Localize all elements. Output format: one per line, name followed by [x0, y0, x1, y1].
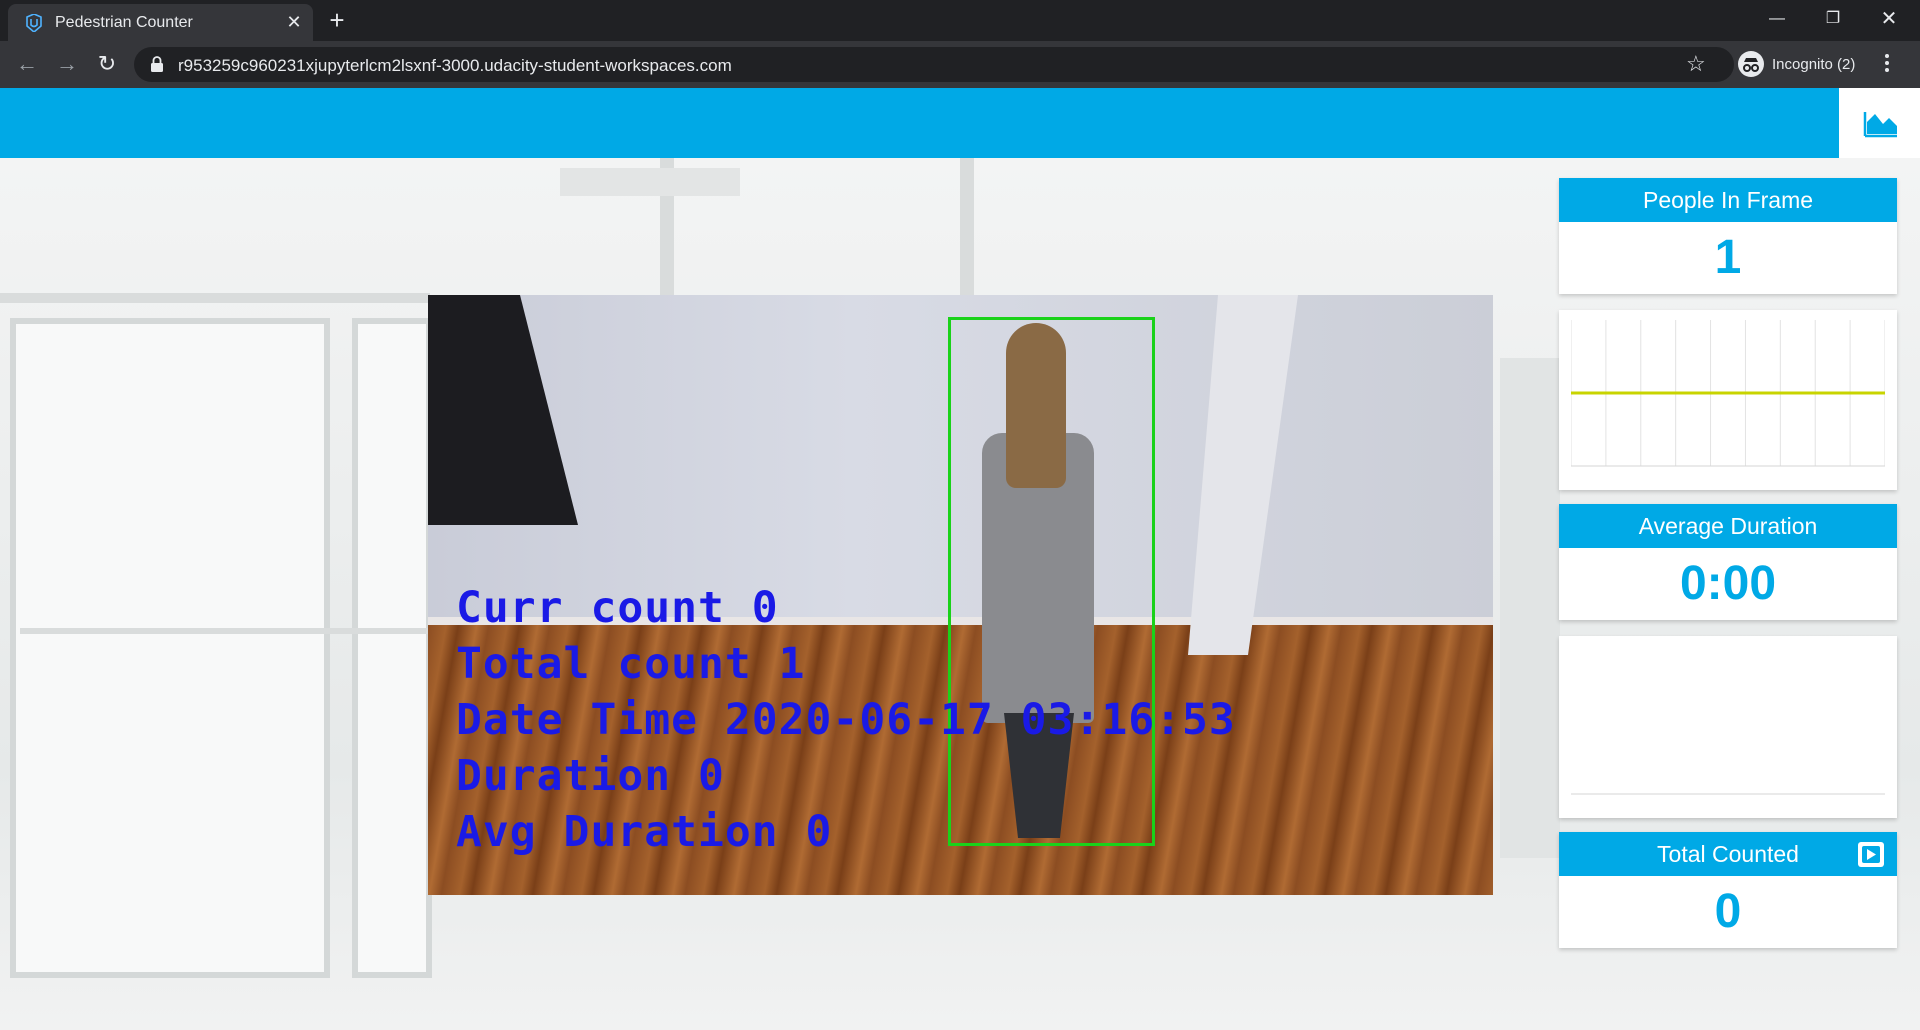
avg-duration-text: Avg Duration 0	[456, 807, 833, 857]
average-duration-card: Average Duration 0:00	[1559, 504, 1897, 620]
date-time-text: Date Time 2020-06-17 03:16:53	[456, 695, 1236, 745]
stats-toggle-button[interactable]	[1839, 88, 1920, 158]
duration-text: Duration 0	[456, 751, 725, 801]
video-overlay-text: Curr count 0 Total count 1 Date Time 202…	[456, 580, 1236, 860]
duration-line-chart	[1571, 793, 1885, 795]
total-counted-card: Total Counted 0	[1559, 832, 1897, 948]
area-chart-icon	[1863, 112, 1897, 138]
minimize-window-icon[interactable]: —	[1762, 6, 1792, 32]
play-icon[interactable]	[1857, 841, 1885, 868]
tab-title: Pedestrian Counter	[55, 14, 193, 31]
total-count-text: Total count 1	[456, 639, 806, 689]
lock-icon	[151, 56, 163, 72]
incognito-icon	[1738, 51, 1764, 77]
video-feed: Curr count 0 Total count 1 Date Time 202…	[428, 295, 1493, 895]
people-line-chart	[1571, 320, 1885, 467]
app-header	[0, 88, 1920, 158]
total-counted-header: Total Counted	[1559, 832, 1897, 876]
forward-arrow-icon[interactable]: →	[54, 51, 80, 77]
browser-tab-bar: Pedestrian Counter ✕ + — ❐ ✕	[0, 0, 1920, 41]
average-duration-value: 0:00	[1679, 557, 1777, 610]
close-window-icon[interactable]: ✕	[1874, 6, 1904, 32]
reload-icon[interactable]: ↻	[94, 51, 120, 77]
people-in-frame-value: 1	[1714, 231, 1742, 284]
bookmark-star-icon[interactable]: ☆	[1686, 52, 1706, 76]
back-arrow-icon[interactable]: ←	[14, 51, 40, 77]
browser-menu-icon[interactable]	[1882, 52, 1892, 76]
incognito-profile-button[interactable]: Incognito (2)	[1734, 47, 1862, 82]
incognito-label: Incognito (2)	[1772, 56, 1856, 73]
total-counted-value: 0	[1714, 885, 1742, 938]
people-in-frame-title: People In Frame	[1559, 178, 1897, 222]
people-chart-card	[1559, 310, 1897, 490]
browser-tab[interactable]: Pedestrian Counter ✕	[8, 4, 313, 41]
tab-close-icon[interactable]: ✕	[284, 12, 304, 32]
average-duration-title: Average Duration	[1559, 504, 1897, 548]
url-text: r953259c960231xjupyterlcm2lsxnf-3000.uda…	[178, 56, 732, 75]
people-in-frame-card: People In Frame 1	[1559, 178, 1897, 294]
udacity-favicon-icon	[26, 14, 42, 32]
duration-chart-card	[1559, 636, 1897, 818]
total-counted-title: Total Counted	[1657, 841, 1799, 867]
address-bar[interactable]: r953259c960231xjupyterlcm2lsxnf-3000.uda…	[134, 47, 1734, 82]
restore-window-icon[interactable]: ❐	[1818, 6, 1848, 32]
curr-count-text: Curr count 0	[456, 583, 779, 633]
new-tab-icon[interactable]: +	[325, 7, 349, 33]
browser-toolbar: ← → ↻ r953259c960231xjupyterlcm2lsxnf-30…	[0, 41, 1920, 88]
